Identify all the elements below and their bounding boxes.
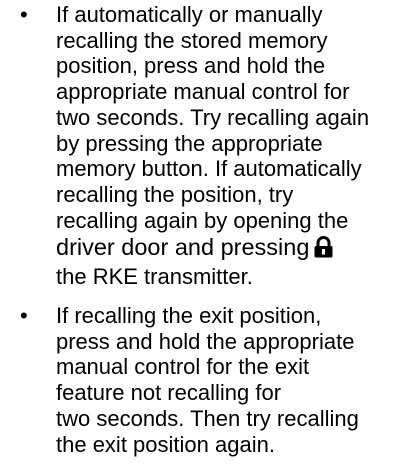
list-item: • If automatically or manually recalling…	[0, 2, 397, 290]
text-line: appropriate manual control for	[56, 79, 350, 105]
instruction-list: • If automatically or manually recalling…	[0, 2, 397, 457]
text-line: If recalling the exit position,	[56, 303, 322, 329]
text-line: feature not recalling for	[56, 380, 282, 406]
text-line: If automatically or manually	[56, 2, 323, 27]
text-line: position, press and hold the	[56, 53, 326, 79]
text-line: by pressing the appropriate	[56, 130, 323, 156]
text-fragment: driver door and pressing	[56, 234, 310, 261]
text-line: the RKE transmitter.	[56, 264, 253, 290]
text-line: recalling again by opening the	[56, 207, 349, 233]
text-line: two seconds. Try recalling again	[56, 104, 370, 130]
text-line: two seconds. Then try recalling	[56, 405, 359, 431]
text-line: recalling the stored memory	[56, 27, 328, 53]
list-item: • If recalling the exit position, press …	[0, 303, 397, 457]
bullet-marker: •	[20, 303, 28, 329]
text-line: memory button. If automatically	[56, 156, 362, 182]
text-line: the exit position again.	[56, 431, 275, 457]
lock-icon	[313, 236, 334, 264]
text-line: recalling the position, try	[56, 181, 294, 207]
text-line: press and hold the appropriate	[56, 328, 355, 354]
text-line: driver door and pressing	[56, 233, 391, 264]
text-line: manual control for the exit	[56, 354, 310, 380]
bullet-marker: •	[20, 2, 28, 27]
